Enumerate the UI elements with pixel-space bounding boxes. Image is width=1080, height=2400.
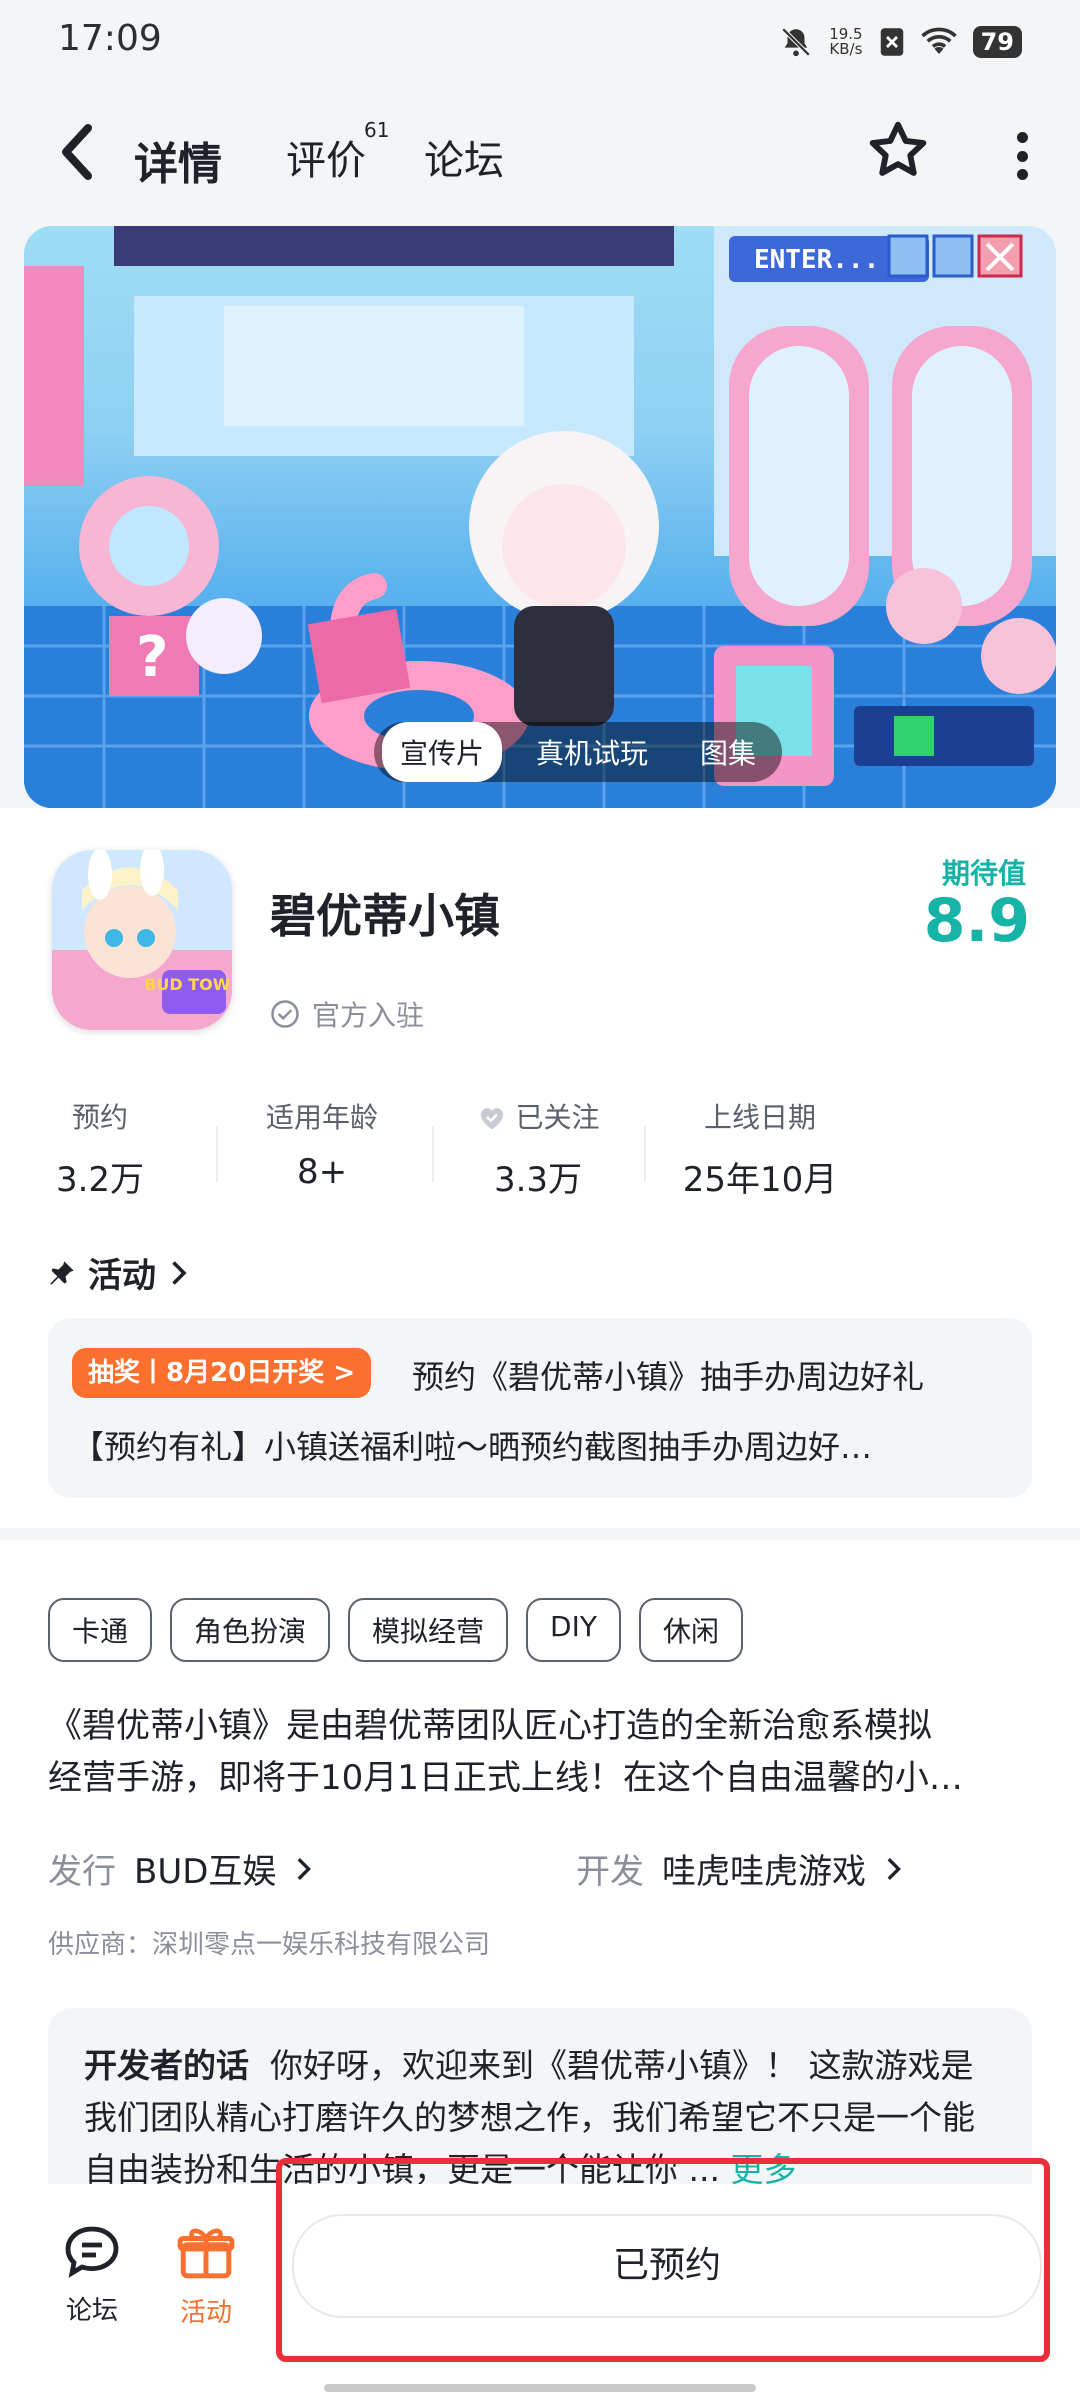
tag-item[interactable]: DIY: [526, 1598, 621, 1662]
tab-reviews[interactable]: 评价: [286, 128, 366, 186]
activity-card[interactable]: 抽奖丨8月20日开奖 > 预约《碧优蒂小镇》抽手办周边好礼 【预约有礼】小镇送福…: [48, 1318, 1032, 1498]
tag-list: 卡通 角色扮演 模拟经营 DIY 休闲: [48, 1598, 743, 1662]
star-icon[interactable]: [866, 118, 930, 182]
forum-chat-icon: [65, 2226, 119, 2278]
stats-row: 预约 3.2万 适用年龄 8+ 已关注 3.3万 上线日期 25年10月: [0, 1096, 1080, 1206]
pin-icon: [50, 1260, 74, 1285]
reviews-count-badge: 61: [364, 118, 390, 142]
media-tab-gallery[interactable]: 图集: [682, 722, 774, 782]
top-nav: 详情 评价 61 论坛: [0, 84, 1080, 224]
back-arrow-icon[interactable]: [58, 122, 98, 182]
activity-header[interactable]: 活动: [48, 1248, 188, 1297]
stat-age-rating: 适用年龄 8+: [265, 1101, 378, 1192]
stat-followers[interactable]: 已关注 3.3万: [438, 1096, 638, 1201]
official-badge: 官方入驻: [270, 994, 424, 1034]
chevron-right-icon: [298, 1857, 312, 1880]
stat-release-date: 上线日期 25年10月: [682, 1101, 838, 1200]
publisher-row[interactable]: 发行 BUD互娱: [48, 1844, 312, 1893]
media-tab-trailer[interactable]: 宣传片: [382, 722, 503, 782]
section-separator: [0, 1528, 1080, 1540]
home-indicator[interactable]: [324, 2384, 756, 2392]
more-vertical-icon[interactable]: [1016, 132, 1028, 180]
stat-divider: [216, 1126, 218, 1182]
media-banner[interactable]: ENTER... ? 宣传片 真机试玩 图集: [24, 226, 1056, 808]
bottom-activity-button[interactable]: 活动: [156, 2224, 256, 2329]
wifi-icon: [920, 27, 957, 54]
battery-indicator: 79: [972, 26, 1022, 58]
heart-check-icon: [480, 1108, 503, 1130]
stat-divider: [432, 1126, 434, 1182]
tab-details[interactable]: 详情: [134, 128, 222, 194]
lottery-badge: 抽奖丨8月20日开奖 >: [72, 1348, 372, 1398]
app-icon-text: BUD TOWN: [144, 975, 232, 994]
tag-item[interactable]: 休闲: [638, 1598, 743, 1662]
check-circle-icon: [271, 1000, 299, 1028]
banner-enter-text: ENTER...: [754, 245, 879, 275]
gift-icon: [177, 2228, 235, 2279]
activity-title: 预约《碧优蒂小镇》抽手办周边好礼: [412, 1358, 925, 1396]
supplier-info: 供应商：深圳零点一娱乐科技有限公司: [48, 1930, 491, 1960]
status-time: 17:09: [58, 18, 162, 59]
chevron-right-icon: [172, 1260, 187, 1285]
detail-content: BUD TOWN 碧优蒂小镇 官方入驻 期待值 8.9 预约 3.2万 适用年龄…: [0, 808, 1080, 2208]
app-name: 碧优蒂小镇: [270, 889, 500, 943]
game-description[interactable]: 《碧优蒂小镇》是由碧优蒂团队匠心打造的全新治愈系模拟 经营手游，即将于10月1日…: [48, 1700, 1032, 1804]
bell-off-icon: [781, 27, 811, 57]
banner-illustration: ENTER... ?: [24, 226, 1056, 808]
highlight-annotation-box: [276, 2158, 1050, 2362]
tag-item[interactable]: 模拟经营: [348, 1598, 509, 1662]
chevron-right-icon: [887, 1857, 901, 1880]
status-bar: 17:09 19.5 KB/s 79: [0, 0, 1080, 84]
svg-text:?: ?: [136, 625, 168, 690]
bottom-forum-button[interactable]: 论坛: [42, 2224, 142, 2327]
activity-description: 【预约有礼】小镇送福利啦～晒预约截图抽手办周边好…: [72, 1428, 873, 1466]
tab-forum[interactable]: 论坛: [424, 128, 504, 186]
tag-item[interactable]: 卡通: [48, 1598, 153, 1662]
developer-row[interactable]: 开发 哇虎哇虎游戏: [576, 1844, 902, 1893]
media-tab-gameplay[interactable]: 真机试玩: [518, 722, 666, 782]
status-icons: 19.5 KB/s 79: [779, 20, 1022, 64]
stat-reservations: 预约 3.2万: [55, 1101, 145, 1200]
sim-off-icon: [880, 28, 903, 56]
rating-value: 8.9: [923, 886, 1030, 956]
network-speed: 19.5 KB/s: [829, 25, 863, 58]
stat-divider: [644, 1126, 646, 1182]
developer-note-label: 开发者的话: [84, 2046, 249, 2085]
tag-item[interactable]: 角色扮演: [170, 1598, 331, 1662]
media-tabs: 宣传片 真机试玩 图集: [374, 722, 783, 782]
app-icon: BUD TOWN: [52, 850, 232, 1030]
